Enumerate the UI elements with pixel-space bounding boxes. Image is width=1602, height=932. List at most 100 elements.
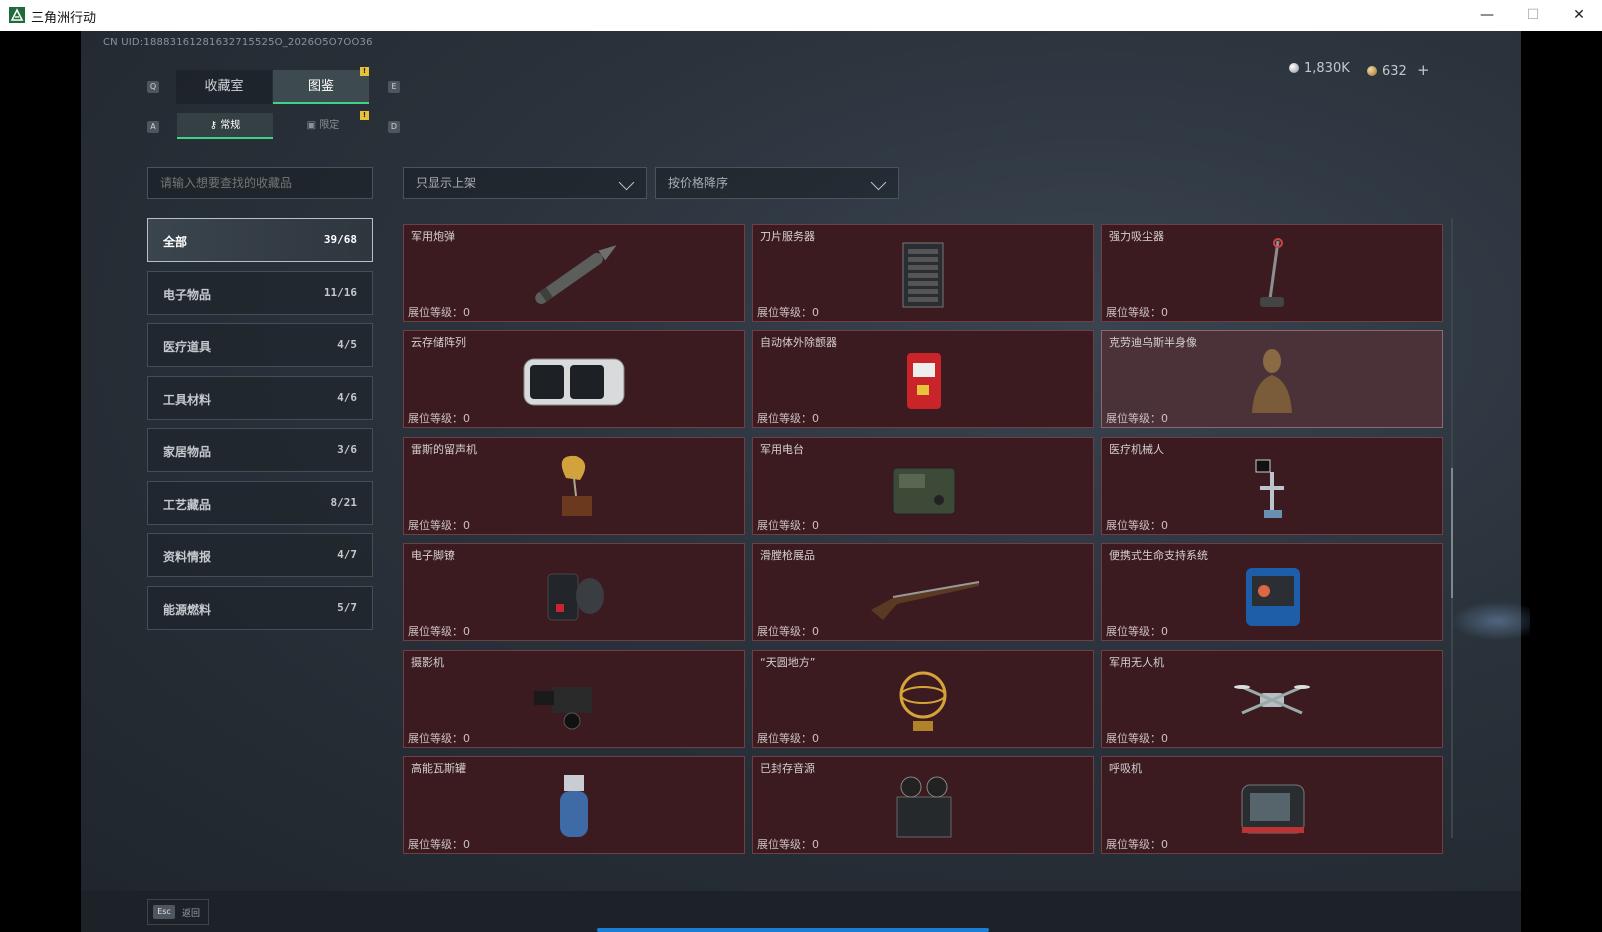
item-name: 便携式生命支持系统 <box>1109 549 1208 563</box>
defibrillator-icon <box>907 353 941 410</box>
window-titlebar: 三角洲行动 — ☐ ✕ <box>0 0 1602 32</box>
collection-item-card[interactable]: 强力吸尘器 展位等级：0 <box>1101 224 1443 322</box>
collection-item-card[interactable]: 克劳迪乌斯半身像 展位等级：0 <box>1101 330 1443 429</box>
collection-item-card[interactable]: 呼吸机 展位等级：0 <box>1101 756 1443 854</box>
level-value: 0 <box>812 838 819 851</box>
level-label: 展位等级： <box>757 625 812 639</box>
collection-item-card[interactable]: “天圆地方” 展位等级：0 <box>752 649 1094 748</box>
silver-coin-icon <box>1289 63 1299 73</box>
collection-item-card[interactable]: 军用炮弹 展位等级：0 <box>403 224 745 322</box>
category-item[interactable]: 全部 39/68 <box>147 218 373 262</box>
gold-amount: 632 <box>1382 64 1407 79</box>
item-display-level: 展位等级：0 <box>408 730 470 746</box>
level-value: 0 <box>812 412 819 426</box>
item-display-level: 展位等级：0 <box>1106 623 1168 639</box>
military-radio-icon <box>892 467 956 515</box>
collection-item-card[interactable]: 刀片服务器 展位等级：0 <box>752 224 1094 322</box>
level-value: 0 <box>1161 518 1168 532</box>
back-label: 返回 <box>182 909 201 919</box>
level-label: 展位等级： <box>1106 838 1161 851</box>
tab-catalog[interactable]: 图鉴 <box>273 70 369 104</box>
collection-item-card[interactable]: 自动体外除颤器 展位等级：0 <box>752 330 1094 429</box>
category-label: 全部 <box>163 235 188 249</box>
level-label: 展位等级： <box>408 306 463 319</box>
item-display-level: 展位等级：0 <box>757 410 819 426</box>
collection-item-card[interactable]: 军用无人机 展位等级：0 <box>1101 649 1443 748</box>
add-currency-button[interactable]: + <box>1417 61 1430 79</box>
level-label: 展位等级： <box>408 838 463 851</box>
app-logo-icon <box>9 7 25 23</box>
level-value: 0 <box>812 731 819 745</box>
collection-item-card[interactable]: 已封存音源 展位等级：0 <box>752 756 1094 854</box>
key-hint-d: D <box>388 121 400 133</box>
category-item[interactable]: 能源燃料 5/7 <box>147 585 373 630</box>
category-count: 4/5 <box>337 338 357 351</box>
category-item[interactable]: 家居物品 3/6 <box>147 428 373 472</box>
collection-item-card[interactable]: 雷斯的留声机 展位等级：0 <box>403 436 745 535</box>
category-item[interactable]: 工具材料 4/6 <box>147 375 373 420</box>
scrollbar-thumb[interactable] <box>1451 468 1453 598</box>
chevron-down-icon <box>870 174 887 191</box>
item-display-level: 展位等级：0 <box>757 730 819 746</box>
ankle-monitor-icon <box>547 573 604 621</box>
subtab-regular[interactable]: ⚷ 常规 <box>177 113 273 139</box>
collection-item-card[interactable]: 医疗机械人 展位等级：0 <box>1101 436 1443 535</box>
item-name: 电子脚镣 <box>411 549 455 563</box>
light-flare <box>1450 601 1530 641</box>
category-item[interactable]: 资料情报 4/7 <box>147 533 373 577</box>
category-label: 家居物品 <box>163 445 212 459</box>
level-value: 0 <box>463 625 470 639</box>
medical-robot-icon <box>1255 459 1284 518</box>
collection-item-card[interactable]: 云存储阵列 展位等级：0 <box>403 330 745 429</box>
musket-icon <box>871 581 980 621</box>
category-item[interactable]: 电子物品 11/16 <box>147 270 373 315</box>
item-name: 军用炮弹 <box>411 230 455 243</box>
item-name: 摄影机 <box>411 655 444 669</box>
key-hint-a: A <box>147 121 159 133</box>
category-item[interactable]: 医疗道具 4/5 <box>147 323 373 367</box>
category-item[interactable]: 工艺藏品 8/21 <box>147 480 373 525</box>
level-value: 0 <box>1161 838 1168 851</box>
tab-collection-room[interactable]: 收藏室 <box>176 70 272 104</box>
minimize-button[interactable]: — <box>1464 0 1510 31</box>
subtab-limited[interactable]: ▣ 限定 <box>275 113 371 139</box>
life-support-icon <box>1246 568 1300 627</box>
level-value: 0 <box>812 625 819 639</box>
category-count: 39/68 <box>323 233 357 246</box>
catalog-notice-badge: ! <box>360 67 369 76</box>
collection-search-input[interactable] <box>147 167 373 199</box>
item-name: “天圆地方” <box>760 655 816 669</box>
collection-item-card[interactable]: 高能瓦斯罐 展位等级：0 <box>403 756 745 854</box>
back-button[interactable]: Esc 返回 <box>147 899 209 925</box>
category-label: 资料情报 <box>163 550 212 564</box>
gas-canister-icon <box>560 775 588 837</box>
level-label: 展位等级： <box>408 518 463 532</box>
level-label: 展位等级： <box>1106 625 1161 639</box>
gold-currency: 632 + <box>1367 61 1430 79</box>
item-display-level: 展位等级：0 <box>408 410 470 426</box>
level-label: 展位等级： <box>757 518 812 532</box>
item-name: 自动体外除颤器 <box>760 336 837 350</box>
category-count: 11/16 <box>323 285 357 299</box>
sort-value: 按价格降序 <box>668 176 729 190</box>
collection-item-card[interactable]: 便携式生命支持系统 展位等级：0 <box>1101 543 1443 642</box>
grid-scrollbar[interactable] <box>1451 218 1453 838</box>
armillary-sphere-icon <box>899 671 947 731</box>
item-name: 雷斯的留声机 <box>411 442 477 456</box>
category-count: 4/7 <box>337 548 357 561</box>
item-name: 刀片服务器 <box>760 230 815 243</box>
shelf-filter-dropdown[interactable]: 只显示上架 <box>403 167 647 199</box>
maximize-button[interactable]: ☐ <box>1510 0 1556 31</box>
level-value: 0 <box>1161 731 1168 745</box>
close-button[interactable]: ✕ <box>1556 0 1602 31</box>
player-uid: CN UID:18883161281632715525O_2026O5O7OO3… <box>103 37 373 48</box>
collection-item-card[interactable]: 电子脚镣 展位等级：0 <box>403 543 745 642</box>
level-label: 展位等级： <box>757 731 812 745</box>
lock-open-icon: ⚷ <box>209 120 221 131</box>
sort-dropdown[interactable]: 按价格降序 <box>655 167 899 199</box>
level-value: 0 <box>463 412 470 426</box>
collection-item-card[interactable]: 军用电台 展位等级：0 <box>752 436 1094 535</box>
collection-item-card[interactable]: 滑膛枪展品 展位等级：0 <box>752 543 1094 642</box>
collection-item-card[interactable]: 摄影机展位等级：0 <box>403 649 745 748</box>
esc-key-hint: Esc <box>153 905 175 919</box>
